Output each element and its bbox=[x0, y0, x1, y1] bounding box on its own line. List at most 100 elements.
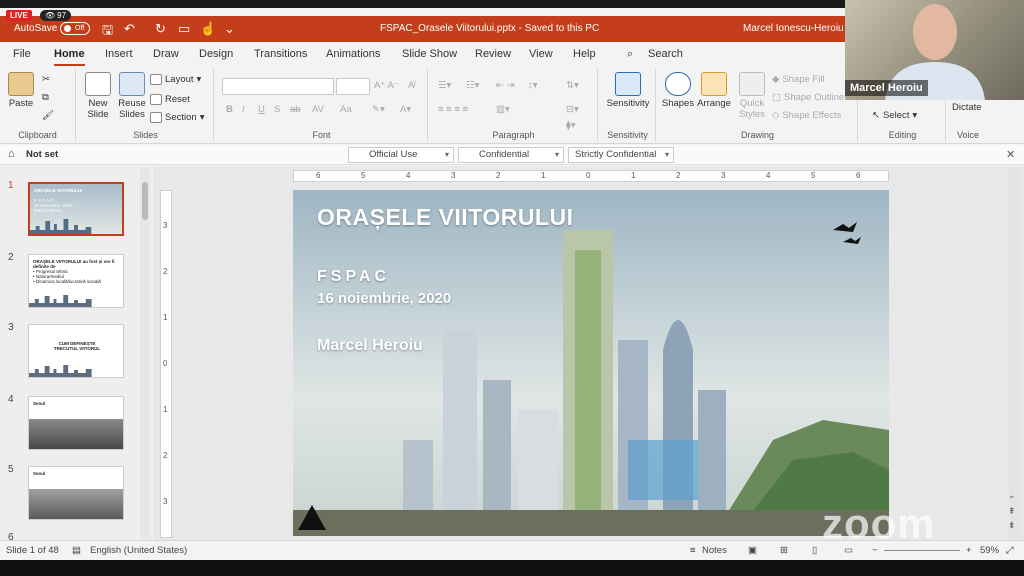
thumbnail-scrollbar[interactable] bbox=[140, 168, 150, 538]
layout-button[interactable]: Layout ▾ bbox=[150, 74, 201, 85]
italic-button[interactable]: I bbox=[242, 104, 245, 115]
slide-thumbnail[interactable]: ORAȘELE VIITORULUI F S P A C 16 noiembri… bbox=[28, 182, 124, 236]
zoom-level[interactable]: 59% bbox=[980, 545, 999, 556]
font-name-select[interactable] bbox=[222, 78, 334, 95]
copy-icon[interactable]: ⧉ bbox=[42, 92, 49, 103]
notes-icon[interactable]: ≡ bbox=[690, 545, 696, 556]
ruler-tick: 2 bbox=[496, 171, 501, 180]
shapes-icon bbox=[665, 72, 691, 96]
bold-button[interactable]: B bbox=[226, 104, 233, 115]
tab-animations[interactable]: Animations bbox=[326, 48, 380, 60]
reading-view-icon[interactable]: ▯ bbox=[812, 545, 817, 556]
reuse-slides-button[interactable]: Reuse Slides bbox=[116, 72, 148, 120]
slide-sorter-icon[interactable]: ⊞ bbox=[780, 545, 788, 556]
user-name[interactable]: Marcel Ionescu-Heroiu bbox=[743, 23, 844, 34]
slide-author[interactable]: Marcel Heroiu bbox=[317, 337, 423, 355]
tab-review[interactable]: Review bbox=[475, 48, 511, 60]
slide-canvas[interactable]: ORAȘELE VIITORULUI FSPAC 16 noiembrie, 2… bbox=[293, 190, 889, 536]
normal-view-icon[interactable]: ▣ bbox=[748, 545, 757, 556]
dictate-button[interactable]: Dictate bbox=[952, 102, 982, 113]
prev-slide-icon[interactable]: ⇞ bbox=[1008, 506, 1016, 517]
numbering-icon[interactable]: ☷▾ bbox=[466, 80, 479, 91]
font-size-select[interactable] bbox=[336, 78, 370, 95]
cut-icon[interactable]: ✂ bbox=[42, 74, 50, 85]
slide-thumbnail[interactable]: Seoul bbox=[28, 466, 124, 520]
section-button[interactable]: Section ▾ bbox=[150, 112, 204, 123]
slide-thumbnail[interactable]: ORAȘELE VIITORULUI au fost și vor fi def… bbox=[28, 254, 124, 308]
scroll-down-icon[interactable]: ⌄ bbox=[1008, 490, 1016, 501]
text-direction-icon[interactable]: ⇅▾ bbox=[566, 80, 579, 91]
fit-slide-icon[interactable]: ⤢ bbox=[1006, 545, 1014, 556]
slide-title[interactable]: ORAȘELE VIITORULUI bbox=[317, 204, 574, 231]
line-spacing-icon[interactable]: ↕▾ bbox=[528, 80, 538, 91]
shape-fill-label: Shape Fill bbox=[782, 74, 825, 85]
ruler-tick: 2 bbox=[163, 267, 168, 276]
ruler-tick: 4 bbox=[406, 171, 411, 180]
save-icon[interactable]: 🖫 bbox=[102, 21, 113, 43]
strikethrough-button[interactable]: ab bbox=[290, 104, 301, 115]
slideshow-start-icon[interactable]: ▭ bbox=[178, 21, 190, 37]
tab-view[interactable]: View bbox=[529, 48, 553, 60]
search-box[interactable]: Search bbox=[648, 48, 683, 60]
autosave-toggle[interactable]: Off bbox=[60, 22, 90, 35]
increase-font-icon[interactable]: A⁺ A⁻ bbox=[374, 80, 399, 91]
shape-outline-button[interactable]: ▢ Shape Outline bbox=[772, 92, 844, 103]
select-button[interactable]: ↖ Select ▾ bbox=[872, 110, 917, 121]
slide-thumbnail[interactable]: CUM DEFINEȘTE TRECUTUL VIITORUL bbox=[28, 324, 124, 378]
slide-number: 1 bbox=[8, 180, 14, 191]
customize-toolbar-icon[interactable]: ⌄ bbox=[224, 21, 235, 37]
align-text-icon[interactable]: ⊟▾ bbox=[566, 104, 579, 115]
tab-slideshow[interactable]: Slide Show bbox=[402, 48, 457, 60]
touch-mode-icon[interactable]: ☝ bbox=[200, 21, 216, 37]
zoom-slider[interactable] bbox=[884, 550, 960, 551]
redo-icon[interactable]: ↻ bbox=[155, 21, 166, 37]
char-spacing-button[interactable]: AV bbox=[312, 104, 324, 115]
confidential-select[interactable]: Confidential bbox=[458, 147, 564, 163]
language-indicator[interactable]: English (United States) bbox=[90, 545, 187, 556]
slide-date[interactable]: 16 noiembrie, 2020 bbox=[317, 290, 451, 307]
notes-button[interactable]: Notes bbox=[702, 545, 727, 556]
shapes-button[interactable]: Shapes bbox=[660, 72, 696, 109]
arrange-icon bbox=[701, 72, 727, 96]
sensitivity-button[interactable]: Sensitivity bbox=[604, 72, 652, 109]
format-painter-icon[interactable]: 🖌 bbox=[42, 110, 54, 121]
arrange-button[interactable]: Arrange bbox=[696, 72, 732, 109]
paste-button[interactable]: Paste bbox=[6, 72, 36, 109]
tab-transitions[interactable]: Transitions bbox=[254, 48, 307, 60]
tab-design[interactable]: Design bbox=[199, 48, 233, 60]
zoom-in-icon[interactable]: + bbox=[966, 545, 972, 556]
official-use-select[interactable]: Official Use bbox=[348, 147, 454, 163]
editor-scrollbar[interactable] bbox=[1009, 168, 1021, 538]
slide-thumbnail[interactable]: Seoul bbox=[28, 396, 124, 450]
tab-home[interactable]: Home bbox=[54, 48, 85, 66]
columns-icon[interactable]: ▥▾ bbox=[496, 104, 510, 115]
quick-styles-button[interactable]: Quick Styles bbox=[734, 72, 770, 120]
slide-organization[interactable]: FSPAC bbox=[317, 268, 390, 286]
search-icon[interactable]: ⌕ bbox=[627, 48, 633, 61]
undo-icon[interactable]: ↶ bbox=[124, 21, 135, 37]
strictly-confidential-select[interactable]: Strictly Confidential bbox=[568, 147, 674, 163]
indent-icon[interactable]: ⇤ ⇥ bbox=[496, 80, 515, 91]
tab-file[interactable]: File bbox=[13, 48, 31, 60]
close-icon[interactable]: ✕ bbox=[1006, 148, 1015, 161]
new-slide-button[interactable]: New Slide bbox=[82, 72, 114, 120]
bullets-icon[interactable]: ☰▾ bbox=[438, 80, 451, 91]
clear-format-icon[interactable]: A̸ bbox=[408, 80, 414, 91]
scrollbar-thumb[interactable] bbox=[142, 182, 148, 220]
align-icons[interactable]: ≡ ≡ ≡ ≡ bbox=[438, 104, 468, 115]
shape-effects-button[interactable]: ◇ Shape Effects bbox=[772, 110, 841, 121]
tab-draw[interactable]: Draw bbox=[153, 48, 179, 60]
highlight-icon[interactable]: ✎▾ bbox=[372, 104, 385, 115]
shape-fill-button[interactable]: ◆ Shape Fill bbox=[772, 74, 825, 85]
tab-insert[interactable]: Insert bbox=[105, 48, 133, 60]
shadow-button[interactable]: S bbox=[274, 104, 280, 115]
change-case-button[interactable]: Aa bbox=[340, 104, 352, 115]
reset-button[interactable]: Reset bbox=[150, 94, 190, 105]
reset-label: Reset bbox=[165, 94, 190, 105]
underline-button[interactable]: U bbox=[258, 104, 265, 115]
tab-help[interactable]: Help bbox=[573, 48, 596, 60]
next-slide-icon[interactable]: ⇟ bbox=[1008, 520, 1016, 531]
font-color-icon[interactable]: A▾ bbox=[400, 104, 411, 115]
spellcheck-icon[interactable]: ▤ bbox=[72, 545, 81, 556]
ruler-tick: 5 bbox=[811, 171, 816, 180]
